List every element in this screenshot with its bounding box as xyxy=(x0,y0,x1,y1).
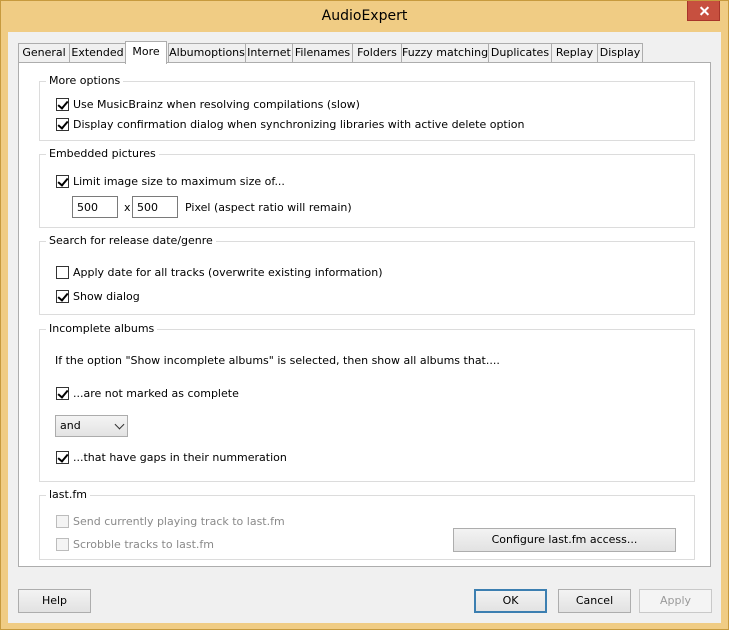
chevron-down-icon xyxy=(114,419,125,430)
tab-display[interactable]: Display xyxy=(597,43,643,62)
group-more-options: More options Use MusicBrainz when resolv… xyxy=(39,74,695,141)
tab-label: Filenames xyxy=(294,46,351,59)
checkbox-label: Apply date for all tracks (overwrite exi… xyxy=(73,266,383,279)
title-bar: AudioExpert xyxy=(1,1,728,32)
tab-general[interactable]: General xyxy=(18,43,70,62)
confirm-dialog-checkbox-row[interactable]: Display confirmation dialog when synchro… xyxy=(56,118,525,131)
pixel-note: Pixel (aspect ratio will remain) xyxy=(185,201,352,214)
operator-select[interactable]: and xyxy=(55,415,128,437)
checkbox-label: Send currently playing track to last.fm xyxy=(73,515,285,528)
show-dialog-checkbox-row[interactable]: Show dialog xyxy=(56,290,140,303)
tab-fuzzy-matching[interactable]: Fuzzy matching xyxy=(401,43,489,62)
checkbox-label: Scrobble tracks to last.fm xyxy=(73,538,215,551)
configure-lastfm-button[interactable]: Configure last.fm access... xyxy=(453,528,676,552)
max-width-input[interactable] xyxy=(72,196,118,218)
app-window: AudioExpert General Extended More Albumo… xyxy=(0,0,729,630)
incomplete-description: If the option "Show incomplete albums" i… xyxy=(55,354,500,367)
send-playing-checkbox[interactable] xyxy=(56,515,69,528)
checkbox-label: Display confirmation dialog when synchro… xyxy=(73,118,525,131)
checkbox-label: ...that have gaps in their nummeration xyxy=(73,451,287,464)
apply-button[interactable]: Apply xyxy=(639,589,712,613)
checkbox-label: Use MusicBrainz when resolving compilati… xyxy=(73,98,360,111)
tab-label: More xyxy=(132,45,160,58)
group-embedded-pictures: Embedded pictures Limit image size to ma… xyxy=(39,147,695,228)
tab-label: Fuzzy matching xyxy=(402,46,489,59)
musicbrainz-checkbox-row[interactable]: Use MusicBrainz when resolving compilati… xyxy=(56,98,360,111)
cancel-button[interactable]: Cancel xyxy=(558,589,631,613)
limit-size-checkbox[interactable] xyxy=(56,175,69,188)
tab-panel-more: More options Use MusicBrainz when resolv… xyxy=(18,62,711,567)
group-title: last.fm xyxy=(46,488,90,501)
dialog-client: General Extended More Albumoptions Inter… xyxy=(8,32,721,623)
tab-replay[interactable]: Replay xyxy=(551,43,598,62)
scrobble-checkbox[interactable] xyxy=(56,538,69,551)
tab-label: Extended xyxy=(71,46,124,59)
group-lastfm: last.fm Send currently playing track to … xyxy=(39,488,695,560)
select-value: and xyxy=(60,419,81,432)
apply-all-checkbox-row[interactable]: Apply date for all tracks (overwrite exi… xyxy=(56,266,383,279)
group-title: Incomplete albums xyxy=(46,322,158,335)
musicbrainz-checkbox[interactable] xyxy=(56,98,69,111)
tab-more[interactable]: More xyxy=(125,41,167,64)
help-button[interactable]: Help xyxy=(18,589,91,613)
confirm-dialog-checkbox[interactable] xyxy=(56,118,69,131)
group-title: Embedded pictures xyxy=(46,147,159,160)
gaps-checkbox-row[interactable]: ...that have gaps in their nummeration xyxy=(56,451,287,464)
limit-size-checkbox-row[interactable]: Limit image size to maximum size of... xyxy=(56,175,285,188)
show-dialog-checkbox[interactable] xyxy=(56,290,69,303)
window-title: AudioExpert xyxy=(321,8,408,24)
tab-label: Display xyxy=(599,46,641,59)
group-title: More options xyxy=(46,74,124,87)
gaps-checkbox[interactable] xyxy=(56,451,69,464)
tab-label: Replay xyxy=(555,46,594,59)
tab-internet[interactable]: Internet xyxy=(245,43,293,62)
tab-label: Folders xyxy=(357,46,397,59)
tab-label: Internet xyxy=(247,46,291,59)
tab-filenames[interactable]: Filenames xyxy=(292,43,353,62)
group-incomplete-albums: Incomplete albums If the option "Show in… xyxy=(39,322,695,482)
close-button[interactable] xyxy=(687,1,720,21)
dimension-separator: x xyxy=(124,201,131,214)
checkbox-label: Show dialog xyxy=(73,290,140,303)
group-release-date: Search for release date/genre Apply date… xyxy=(39,234,695,315)
not-complete-checkbox-row[interactable]: ...are not marked as complete xyxy=(56,387,239,400)
send-playing-checkbox-row[interactable]: Send currently playing track to last.fm xyxy=(56,515,285,528)
tab-albumoptions[interactable]: Albumoptions xyxy=(168,43,246,62)
not-complete-checkbox[interactable] xyxy=(56,387,69,400)
tab-duplicates[interactable]: Duplicates xyxy=(488,43,552,62)
checkbox-label: ...are not marked as complete xyxy=(73,387,239,400)
tab-folders[interactable]: Folders xyxy=(352,43,402,62)
scrobble-checkbox-row[interactable]: Scrobble tracks to last.fm xyxy=(56,538,214,551)
checkbox-label: Limit image size to maximum size of... xyxy=(73,175,285,188)
tab-label: Duplicates xyxy=(490,46,550,59)
group-title: Search for release date/genre xyxy=(46,234,216,247)
max-height-input[interactable] xyxy=(132,196,178,218)
tab-extended[interactable]: Extended xyxy=(69,43,126,62)
ok-button[interactable]: OK xyxy=(474,589,547,613)
apply-all-checkbox[interactable] xyxy=(56,266,69,279)
tab-label: Albumoptions xyxy=(169,46,245,59)
tab-label: General xyxy=(22,46,66,59)
